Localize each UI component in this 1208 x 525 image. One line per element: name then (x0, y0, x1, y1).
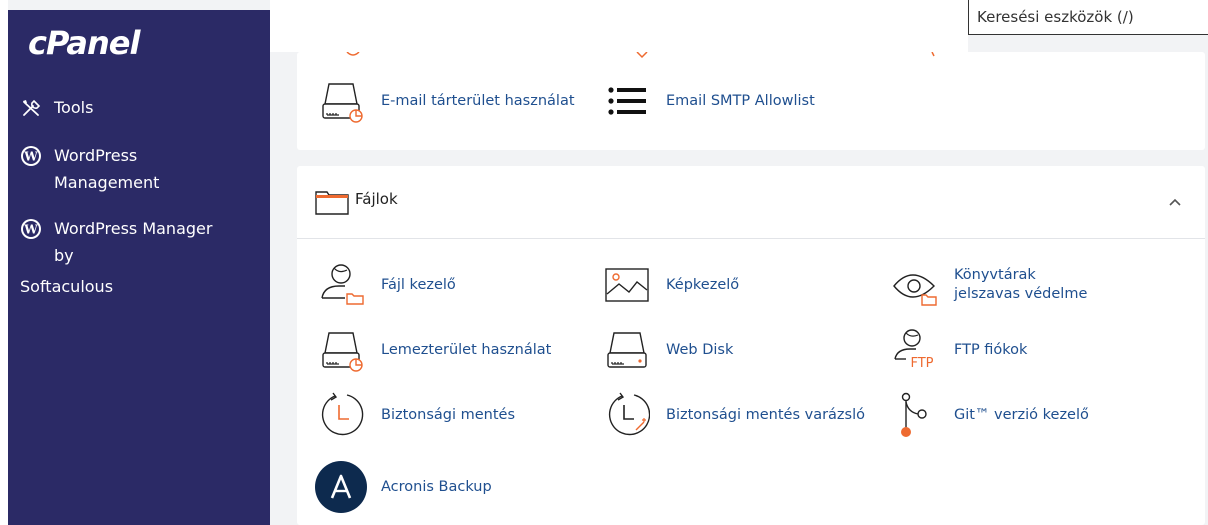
tool-image-manager[interactable]: Képkezelő (604, 262, 739, 308)
svg-text:FTP: FTP (910, 356, 933, 371)
tool-file-manager[interactable]: Fájl kezelő (319, 262, 456, 308)
disk-usage-icon (322, 83, 363, 123)
section-title: Fájlok (355, 190, 398, 208)
cpanel-logo[interactable]: cPanel (28, 24, 140, 62)
tool-smtp-allowlist[interactable]: Email SMTP Allowlist (604, 78, 815, 124)
email-section-card: E-mail tárterület használat Email SMTP A… (297, 52, 1205, 150)
sidebar-item-label: Tools (54, 98, 94, 117)
tool-label: Könyvtárak jelszavas védelme (954, 267, 1088, 302)
search-input[interactable] (975, 4, 1207, 30)
tool-label: Biztonsági mentés varázsló (666, 406, 865, 423)
tool-label: Acronis Backup (381, 478, 492, 495)
acronis-icon (315, 461, 367, 513)
files-section-card: Fájlok Fájl kezelő Képkezelő Könyvtárak (297, 166, 1205, 525)
tool-email-disk-usage[interactable]: E-mail tárterület használat (319, 78, 575, 124)
tool-label: Biztonsági mentés (381, 406, 516, 423)
top-bar (270, 0, 968, 52)
sidebar-item-label: WordPress Manager by (54, 219, 213, 265)
web-disk-icon (607, 332, 647, 368)
search-box (968, 0, 1208, 35)
sidebar: cPanel Tools W WordPress Management W Wo… (8, 10, 270, 525)
tool-acronis-backup[interactable]: Acronis Backup (315, 461, 492, 513)
sidebar-item-tools[interactable]: Tools (20, 94, 260, 121)
privacy-icon (893, 274, 937, 306)
tool-label: Web Disk (666, 341, 734, 358)
list-icon (608, 87, 646, 115)
sidebar-item-softaculous-label[interactable]: Softaculous (20, 273, 113, 300)
disk-usage-icon (322, 332, 363, 372)
wordpress-icon: W (21, 146, 41, 166)
tool-web-disk[interactable]: Web Disk (604, 327, 733, 373)
wordpress-icon: W (21, 219, 41, 239)
tool-backup[interactable]: Biztonsági mentés (319, 392, 515, 438)
tool-directory-privacy[interactable]: Könyvtárak jelszavas védelme (892, 262, 1104, 308)
sidebar-item-wordpress-manager[interactable]: W WordPress Manager by (20, 215, 260, 269)
tool-disk-usage[interactable]: Lemezterület használat (319, 327, 551, 373)
tool-git-version-control[interactable]: Git™ verzió kezelő (892, 392, 1089, 438)
image-icon (605, 268, 649, 302)
tool-label: FTP fiókok (954, 341, 1028, 358)
partial-icons-row (346, 52, 935, 59)
sidebar-item-label: WordPress Management (54, 146, 160, 192)
left-gutter (0, 0, 8, 525)
folder-icon (315, 191, 349, 215)
chevron-up-icon[interactable] (1167, 194, 1183, 210)
tool-label: Email SMTP Allowlist (666, 92, 815, 109)
tool-label: Képkezelő (666, 276, 740, 293)
tool-label: Git™ verzió kezelő (954, 406, 1089, 423)
svg-text:W: W (23, 223, 38, 237)
files-section-header[interactable]: Fájlok (297, 166, 1205, 239)
tool-label: Lemezterület használat (381, 341, 552, 358)
backup-wizard-icon (608, 392, 650, 436)
git-icon (901, 392, 927, 437)
tool-label: E-mail tárterület használat (381, 92, 575, 109)
file-manager-icon (321, 264, 364, 305)
tool-label: Fájl kezelő (381, 276, 456, 293)
tool-backup-wizard[interactable]: Biztonsági mentés varázsló (604, 392, 865, 438)
tools-icon (23, 99, 41, 116)
ftp-icon: FTP (894, 329, 934, 371)
tool-ftp-accounts[interactable]: FTP FTP fiókok (892, 327, 1027, 373)
sidebar-item-wordpress-management[interactable]: W WordPress Management (20, 142, 260, 196)
backup-icon (321, 392, 364, 436)
svg-text:W: W (23, 150, 38, 164)
